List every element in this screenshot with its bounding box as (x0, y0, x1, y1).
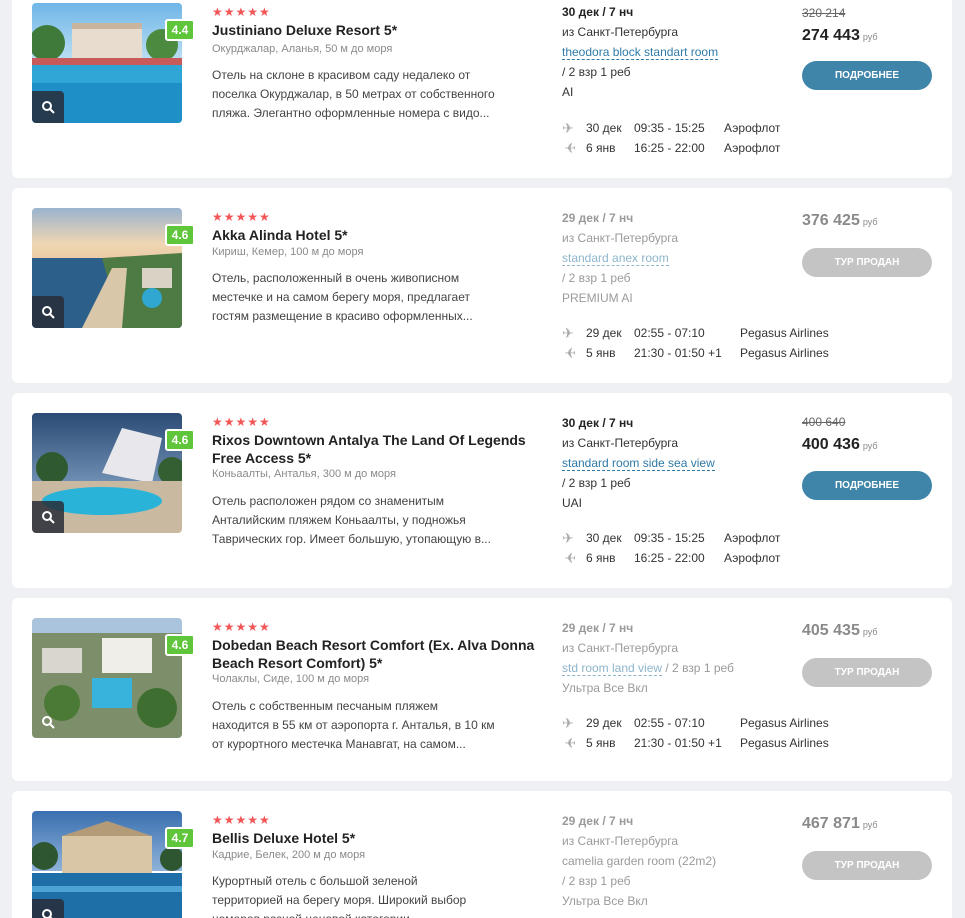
hotel-photo[interactable] (32, 413, 182, 533)
hotel-name[interactable]: Justiniano Deluxe Resort 5* (212, 21, 542, 39)
guests: / 2 взр 1 реб (562, 874, 631, 888)
rating-badge: 4.6 (165, 429, 195, 451)
rating-badge: 4.6 (165, 224, 195, 246)
hotel-location: Кириш, Кемер, 100 м до моря (212, 246, 364, 258)
plane-icon: ✈ (562, 324, 574, 341)
sold-out-button[interactable]: ТУР ПРОДАН (802, 851, 932, 880)
room-type-link[interactable]: theodora block standart room (562, 45, 719, 60)
old-price: 320 214 (802, 6, 846, 20)
hotel-photo[interactable] (32, 3, 182, 123)
flight-out: ✈ 29 дек 02:55 - 07:10 Pegasus Airlines (562, 324, 829, 341)
plane-icon: ✈ (562, 529, 574, 546)
star-rating: ★★★★★ (212, 415, 271, 429)
hotel-location: Кадрие, Белек, 200 м до моря (212, 849, 366, 861)
flight-out: ✈ 30 дек 09:35 - 15:25 Аэрофлот (562, 529, 781, 546)
sold-out-button[interactable]: ТУР ПРОДАН (802, 248, 932, 277)
hotel-name[interactable]: Dobedan Beach Resort Comfort (Ex. Alva D… (212, 636, 542, 672)
guests: / 2 взр 1 реб (562, 65, 631, 79)
flight-back: ✈ 5 янв 21:30 - 01:50 +1 Pegasus Airlines (562, 343, 862, 363)
old-price: 400 640 (802, 415, 846, 429)
hotel-card: 4.6 ★★★★★ Dobedan Beach Resort Comfort (… (12, 598, 952, 781)
hotel-card: 4.6 ★★★★★ Akka Alinda Hotel 5* Кириш, Ке… (12, 188, 952, 383)
details-button[interactable]: ПОДРОБНЕЕ (802, 471, 932, 500)
hotel-photo[interactable] (32, 208, 182, 328)
flight-back: ✈ 6 янв 16:25 - 22:00 Аэрофлот (562, 548, 862, 568)
zoom-icon[interactable] (32, 899, 64, 918)
rating-badge: 4.4 (165, 19, 195, 41)
price: 405 435 руб (802, 622, 878, 639)
hotel-name[interactable]: Rixos Downtown Antalya The Land Of Legen… (212, 431, 542, 467)
guests: / 2 взр 1 реб (562, 271, 631, 285)
guests: / 2 взр 1 реб (665, 661, 734, 675)
plane-icon: ✈ (564, 549, 576, 566)
hotel-location: Коньаалты, Анталья, 300 м до моря (212, 468, 396, 480)
meal-plan: PREMIUM AI (562, 291, 633, 305)
room-type-link[interactable]: std room land view (562, 661, 663, 676)
room-type: camelia garden room (22m2) (562, 854, 717, 868)
hotel-photo[interactable] (32, 811, 182, 918)
plane-icon: ✈ (562, 119, 574, 136)
hotel-location: Окурджалар, Аланья, 50 м до моря (212, 43, 393, 55)
plane-icon: ✈ (562, 714, 574, 731)
departure-city: из Санкт-Петербурга (562, 834, 679, 848)
flight-back: ✈ 6 янв 16:25 - 22:00 Аэрофлот (562, 138, 862, 158)
tour-date: 29 дек / 7 нч (562, 814, 634, 828)
star-rating: ★★★★★ (212, 620, 271, 634)
flight-out: ✈ 30 дек 09:35 - 15:25 Аэрофлот (562, 119, 781, 136)
price: 274 443 руб (802, 27, 878, 44)
guests: / 2 взр 1 реб (562, 476, 631, 490)
tour-date: 29 дек / 7 нч (562, 621, 634, 635)
star-rating: ★★★★★ (212, 5, 271, 19)
sold-out-button[interactable]: ТУР ПРОДАН (802, 658, 932, 687)
meal-plan: Ультра Все Вкл (562, 681, 648, 695)
departure-city: из Санкт-Петербурга (562, 641, 679, 655)
plane-icon: ✈ (564, 734, 576, 751)
flight-back: ✈ 5 янв 21:30 - 01:50 +1 Pegasus Airlines (562, 733, 862, 753)
hotel-description: Курортный отель с большой зеленой террито… (212, 874, 467, 918)
tour-date: 30 дек / 7 нч (562, 5, 634, 19)
plane-icon: ✈ (564, 344, 576, 361)
rating-badge: 4.6 (165, 634, 195, 656)
hotel-name[interactable]: Bellis Deluxe Hotel 5* (212, 829, 542, 847)
plane-icon: ✈ (564, 139, 576, 156)
price: 467 871 руб (802, 815, 878, 832)
tour-date: 29 дек / 7 нч (562, 211, 634, 225)
flight-out: ✈ 29 дек 02:55 - 07:10 Pegasus Airlines (562, 714, 829, 731)
tour-date: 30 дек / 7 нч (562, 416, 634, 430)
hotel-card: 4.4 ★★★★★ Justiniano Deluxe Resort 5* Ок… (12, 0, 952, 178)
meal-plan: UAI (562, 496, 583, 510)
zoom-icon[interactable] (32, 91, 64, 123)
meal-plan: Ультра Все Вкл (562, 894, 648, 908)
star-rating: ★★★★★ (212, 813, 271, 827)
hotel-description: Отель на склоне в красивом саду недалеко… (212, 68, 495, 120)
zoom-icon[interactable] (32, 706, 64, 738)
price: 400 436 руб (802, 436, 878, 453)
price: 376 425 руб (802, 212, 878, 229)
hotel-description: Отель расположен рядом со знаменитым Анта… (212, 494, 491, 546)
zoom-icon[interactable] (32, 296, 64, 328)
hotel-card: 4.6 ★★★★★ Rixos Downtown Antalya The Lan… (12, 393, 952, 588)
departure-city: из Санкт-Петербурга (562, 231, 679, 245)
hotel-description: Отель с собственным песчаным пляжем наход… (212, 699, 495, 751)
departure-city: из Санкт-Петербурга (562, 25, 679, 39)
departure-city: из Санкт-Петербурга (562, 436, 679, 450)
meal-plan: AI (562, 85, 574, 99)
hotel-location: Чолаклы, Сиде, 100 м до моря (212, 673, 370, 685)
star-rating: ★★★★★ (212, 210, 271, 224)
hotel-description: Отель, расположенный в очень живописном м… (212, 271, 473, 323)
details-button[interactable]: ПОДРОБНЕЕ (802, 61, 932, 90)
hotel-card: 4.7 ★★★★★ Bellis Deluxe Hotel 5* Кадрие,… (12, 791, 952, 918)
hotel-name[interactable]: Akka Alinda Hotel 5* (212, 226, 542, 244)
hotel-photo[interactable] (32, 618, 182, 738)
room-type-link[interactable]: standard anex room (562, 251, 669, 266)
rating-badge: 4.7 (165, 827, 195, 849)
zoom-icon[interactable] (32, 501, 64, 533)
room-type-link[interactable]: standard room side sea view (562, 456, 715, 471)
